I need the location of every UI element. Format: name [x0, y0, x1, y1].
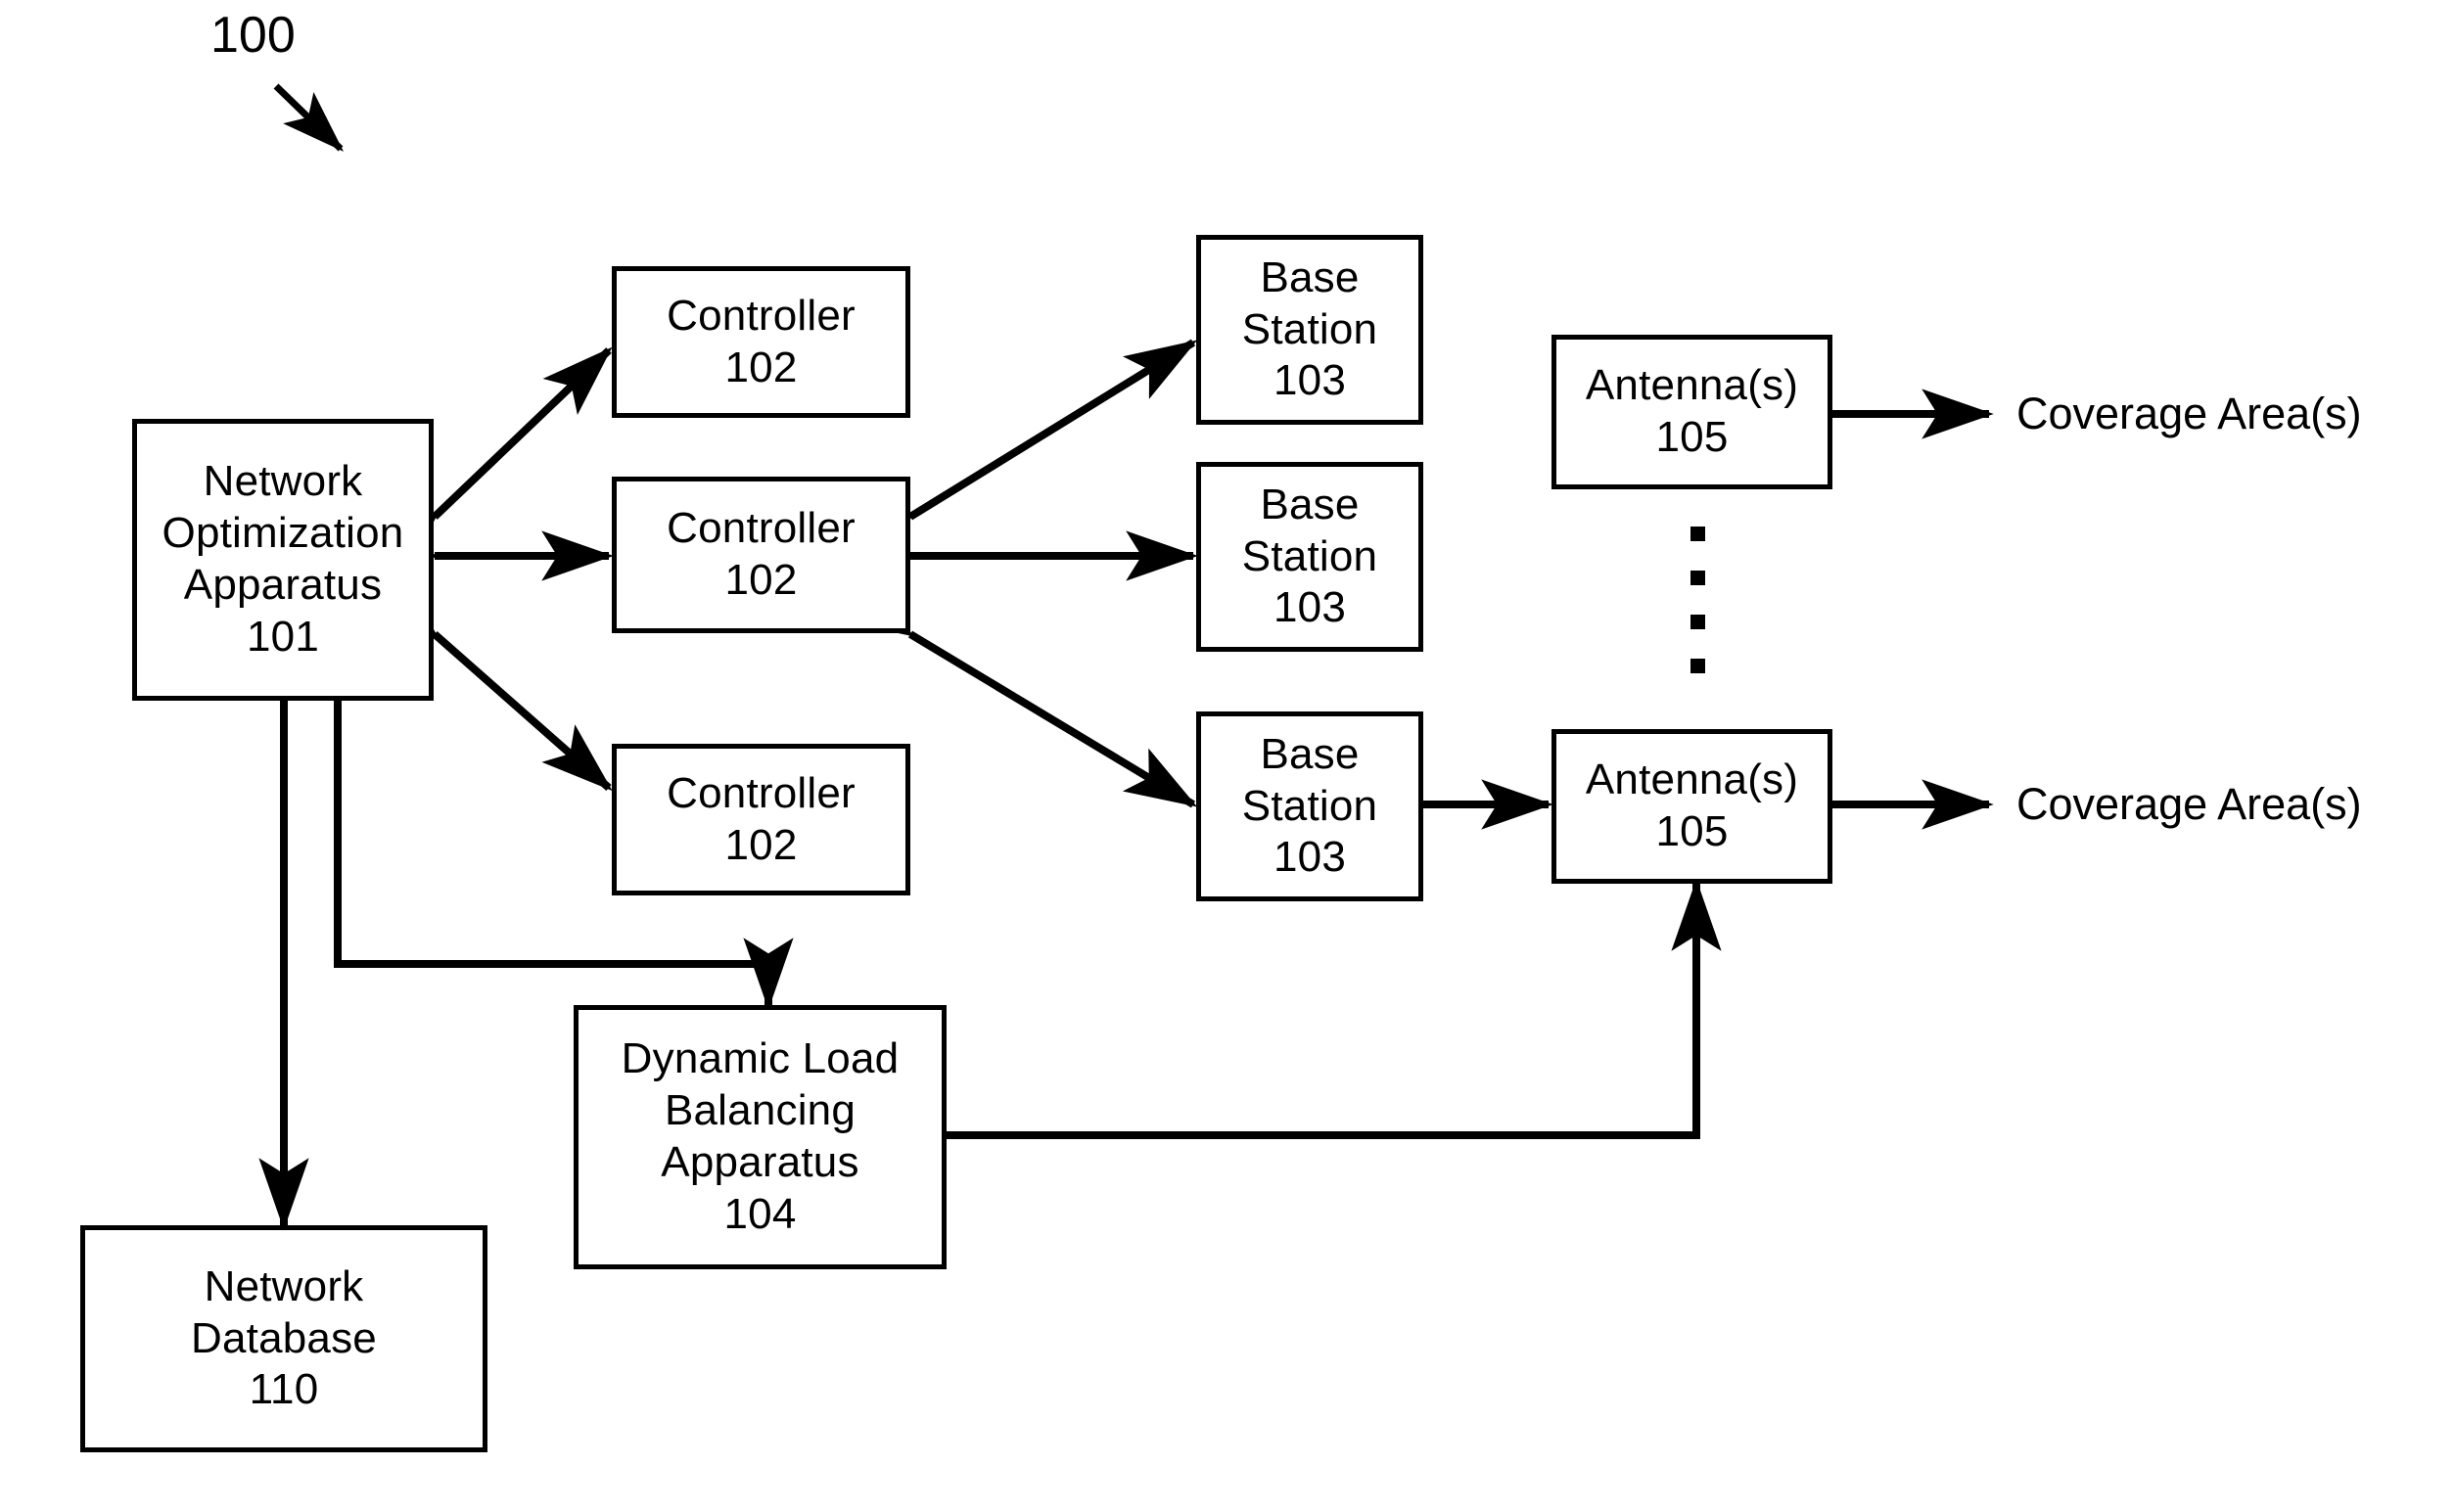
base-station-2-line-1: Base — [1260, 480, 1360, 528]
wire-noa-controller3 — [367, 571, 613, 792]
network-database-ref: 110 — [249, 1365, 319, 1414]
controller-3-line-1: Controller — [667, 768, 856, 817]
noa-line-3: Apparatus — [183, 561, 383, 609]
base-station-1-ref: 103 — [1273, 356, 1346, 405]
node-controller-3[interactable]: Controller 102 — [612, 744, 910, 895]
node-antenna-1[interactable]: Antenna(s) 105 — [1551, 335, 1832, 489]
antenna-1-line-1: Antenna(s) — [1585, 361, 1799, 410]
figure-number: 100 — [210, 7, 296, 64]
controller-1-ref: 102 — [724, 343, 798, 391]
controller-2-ref: 102 — [724, 556, 798, 604]
noa-line-1: Network — [203, 457, 363, 506]
vertical-ellipsis-dot-2 — [1690, 571, 1705, 585]
node-base-station-1[interactable]: Base Station 103 — [1196, 235, 1423, 425]
antenna-2-line-1: Antenna(s) — [1585, 756, 1799, 804]
node-base-station-2[interactable]: Base Station 103 — [1196, 462, 1423, 652]
vertical-ellipsis-dot-3 — [1690, 615, 1705, 629]
base-station-1-line-1: Base — [1260, 252, 1360, 301]
patent-figure-canvas: 100 Network Optimization Apparatus 101 C… — [0, 0, 2454, 1512]
vertical-ellipsis-dot-1 — [1690, 527, 1705, 541]
base-station-3-line-2: Station — [1241, 781, 1378, 830]
figure-lead-arrow — [273, 83, 345, 152]
controller-2-line-1: Controller — [667, 504, 856, 553]
node-network-database[interactable]: Network Database 110 — [80, 1225, 487, 1452]
node-dynamic-load-balancing-apparatus[interactable]: Dynamic Load Balancing Apparatus 104 — [574, 1005, 947, 1269]
base-station-2-ref: 103 — [1273, 583, 1346, 632]
dlb-ref: 104 — [723, 1189, 797, 1238]
node-controller-2[interactable]: Controller 102 — [612, 477, 910, 633]
dlb-line-3: Apparatus — [661, 1138, 859, 1186]
wire-dlb-antenna2 — [946, 879, 1722, 1139]
dlb-line-1: Dynamic Load — [621, 1034, 900, 1083]
label-coverage-area-1: Coverage Area(s) — [2016, 389, 2362, 438]
node-antenna-2[interactable]: Antenna(s) 105 — [1551, 729, 1832, 884]
controller-1-line-1: Controller — [667, 291, 856, 340]
noa-line-2: Optimization — [162, 509, 404, 558]
antenna-2-ref: 105 — [1655, 807, 1729, 855]
controller-3-ref: 102 — [724, 820, 798, 869]
base-station-3-line-1: Base — [1260, 729, 1360, 778]
antenna-1-ref: 105 — [1655, 413, 1729, 461]
label-coverage-area-2: Coverage Area(s) — [2016, 779, 2362, 829]
wire-controller2-basestation3 — [839, 577, 1198, 808]
wire-controller2-basestation1 — [839, 339, 1198, 573]
vertical-ellipsis-dot-4 — [1690, 659, 1705, 673]
dlb-line-2: Balancing — [664, 1086, 857, 1135]
noa-ref: 101 — [246, 612, 319, 661]
node-base-station-3[interactable]: Base Station 103 — [1196, 711, 1423, 901]
node-network-optimization-apparatus[interactable]: Network Optimization Apparatus 101 — [132, 419, 434, 701]
network-database-line-2: Database — [191, 1313, 377, 1362]
base-station-2-line-2: Station — [1241, 531, 1378, 580]
network-database-line-1: Network — [204, 1261, 364, 1310]
base-station-1-line-2: Station — [1241, 304, 1378, 353]
node-controller-1[interactable]: Controller 102 — [612, 266, 910, 418]
wire-noa-controller1 — [368, 346, 613, 582]
base-station-3-ref: 103 — [1273, 833, 1346, 882]
